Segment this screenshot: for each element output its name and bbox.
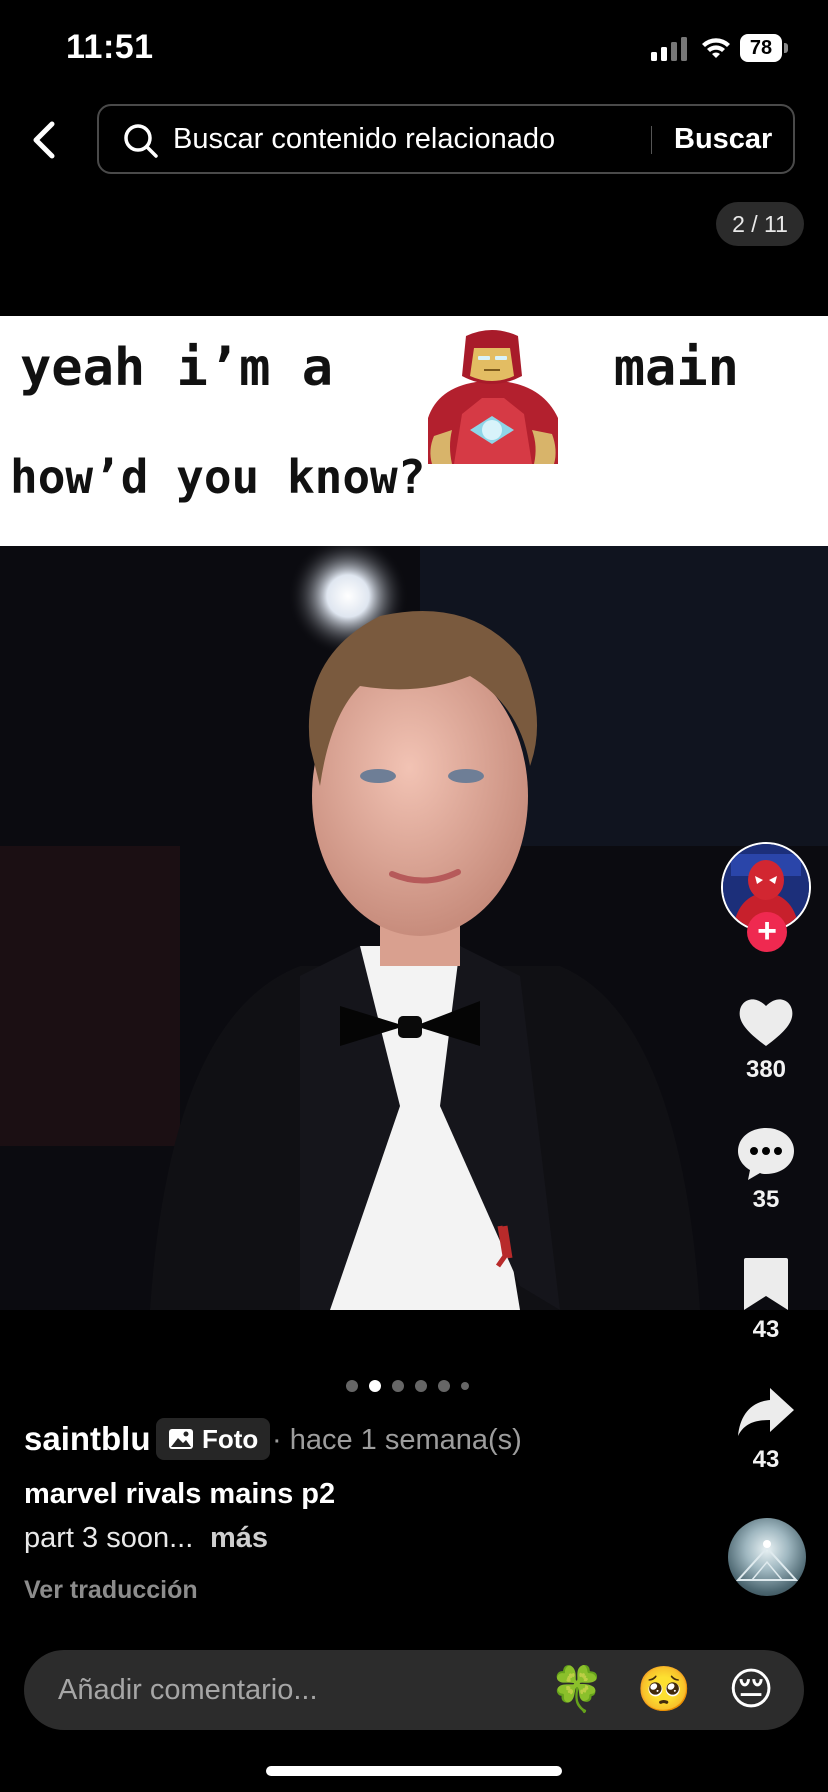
photo-tag: Foto: [156, 1418, 271, 1460]
back-arrow-icon[interactable]: [26, 116, 62, 164]
share-icon[interactable]: [736, 1382, 796, 1442]
search-button[interactable]: Buscar: [674, 106, 772, 172]
search-icon: [124, 124, 158, 158]
photo-tag-label: Foto: [202, 1423, 259, 1454]
comment-input[interactable]: [58, 1650, 528, 1730]
music-disc[interactable]: [728, 1518, 806, 1596]
battery-level: 78: [740, 34, 782, 62]
iron-man-icon: [428, 330, 558, 464]
comment-bar: 🍀 🥺 😔: [24, 1650, 804, 1730]
post-description: part 3 soon...: [24, 1522, 194, 1554]
meme-line-1: yeah i’m a main: [20, 338, 739, 398]
home-indicator[interactable]: [266, 1766, 562, 1776]
carousel-dot: [392, 1380, 404, 1392]
carousel-dot: [438, 1380, 450, 1392]
emoji-pensive-button[interactable]: 😔: [722, 1661, 780, 1719]
post-photo[interactable]: [0, 546, 828, 1310]
carousel-dot-active: [369, 1380, 381, 1392]
comment-count: 35: [752, 1186, 780, 1213]
save-count: 43: [752, 1316, 780, 1343]
meme-text-before: yeah i’m a: [20, 338, 334, 398]
status-time: 11:51: [66, 28, 154, 66]
meme-text-panel: yeah i’m a main how’d you know?: [0, 316, 828, 546]
search-input[interactable]: [173, 106, 723, 172]
emoji-pleading-button[interactable]: 🥺: [635, 1661, 693, 1719]
bookmark-icon[interactable]: [736, 1254, 796, 1314]
translate-link[interactable]: Ver traducción: [24, 1576, 198, 1605]
emoji-clover-button[interactable]: 🍀: [548, 1661, 606, 1719]
cellular-signal-icon: [651, 37, 687, 61]
battery-icon: 78: [740, 34, 790, 62]
comment-icon[interactable]: [736, 1122, 796, 1182]
share-count: 43: [752, 1446, 780, 1473]
heart-icon[interactable]: [736, 992, 796, 1052]
carousel-dot: [346, 1380, 358, 1392]
wifi-icon: [702, 38, 730, 58]
photo-icon: [169, 1429, 193, 1449]
post-title: marvel rivals mains p2: [24, 1478, 336, 1510]
meme-line-2: how’d you know?: [10, 450, 426, 504]
like-count: 380: [745, 1056, 787, 1083]
carousel-indicator: [346, 1380, 469, 1394]
carousel-dot: [415, 1380, 427, 1392]
post-time: · hace 1 semana(s): [272, 1424, 522, 1456]
search-divider: [651, 126, 652, 154]
more-link[interactable]: más: [210, 1522, 268, 1555]
search-bar: Buscar: [97, 104, 795, 174]
carousel-dot: [461, 1382, 469, 1390]
meme-text-after: main: [613, 338, 739, 398]
follow-plus-button[interactable]: +: [747, 912, 787, 952]
username[interactable]: saintblu: [24, 1420, 151, 1458]
slide-counter: 2 / 11: [716, 202, 804, 246]
